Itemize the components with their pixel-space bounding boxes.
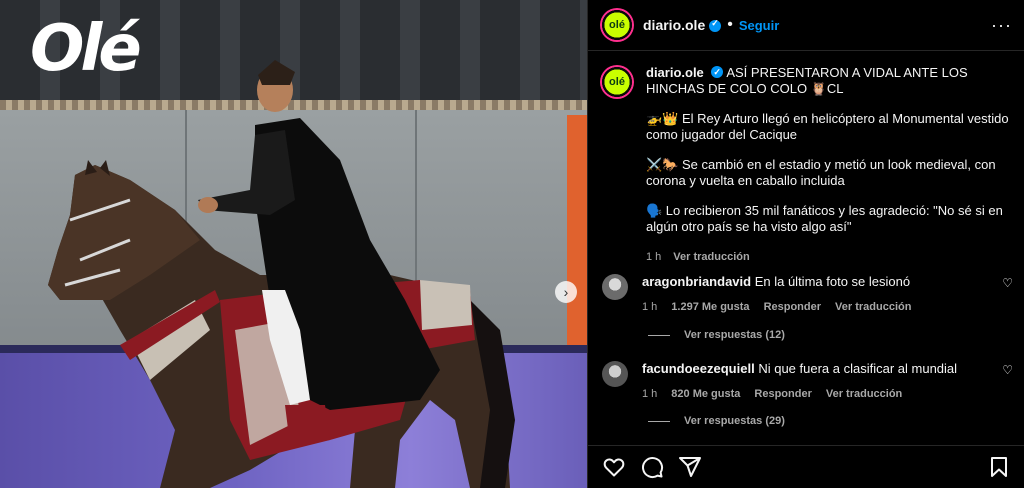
caption-see-translation-link[interactable]: Ver traducción xyxy=(673,249,749,265)
comment-meta: 1 h 820 Me gusta Responder Ver traducció… xyxy=(642,386,1002,402)
caption-username[interactable]: diario.ole xyxy=(646,65,704,80)
comment-item: aragonbriandavid En la última foto se le… xyxy=(588,274,1024,315)
heart-icon[interactable] xyxy=(602,455,626,479)
caption-headline-line: diario.ole ASÍ PRESENTARON A VIDAL ANTE … xyxy=(646,64,1012,97)
comment-text: Ni que fuera a clasificar al mundial xyxy=(758,361,958,376)
comment-time: 1 h xyxy=(642,301,658,313)
caption-meta: 1 h Ver traducción xyxy=(646,249,1012,265)
comment-body: aragonbriandavid En la última foto se le… xyxy=(642,274,1002,315)
caption-paragraph-3: 🗣️ Lo recibieron 35 mil fanáticos y les … xyxy=(646,203,1003,234)
comment-translate-link[interactable]: Ver traducción xyxy=(835,299,911,315)
comment-username[interactable]: aragonbriandavid xyxy=(642,274,751,289)
post-caption: olé diario.ole ASÍ PRESENTARON A VIDAL A… xyxy=(588,51,1024,265)
comment-likes[interactable]: 820 Me gusta xyxy=(671,386,740,402)
caption-verified-badge-icon xyxy=(711,64,724,80)
more-options-icon[interactable]: ··· xyxy=(991,15,1012,36)
avatar[interactable]: olé xyxy=(600,8,634,42)
view-replies-button[interactable]: Ver respuestas (29) xyxy=(648,415,785,427)
view-replies-button[interactable]: Ver respuestas (12) xyxy=(648,329,785,341)
ole-logo: Olé xyxy=(30,12,142,86)
comment-reply-button[interactable]: Responder xyxy=(754,386,811,402)
caption-paragraph-1: 🚁👑 El Rey Arturo llegó en helicóptero al… xyxy=(646,111,1009,142)
comment-avatar[interactable] xyxy=(602,274,628,300)
comment-reply-button[interactable]: Responder xyxy=(764,299,821,315)
replies-line xyxy=(648,334,670,336)
comment-item: facundoeezequiell Ni que fuera a clasifi… xyxy=(588,361,1024,402)
comment-icon[interactable] xyxy=(640,455,664,479)
view-replies-label: Ver respuestas (29) xyxy=(684,415,785,427)
avatar-text: olé xyxy=(609,19,625,31)
comment-likes[interactable]: 1.297 Me gusta xyxy=(671,299,749,315)
follow-button[interactable]: Seguir xyxy=(739,18,779,33)
action-bar xyxy=(588,445,1024,488)
caption-body: diario.ole ASÍ PRESENTARON A VIDAL ANTE … xyxy=(646,64,1012,265)
comment-like-heart-icon[interactable]: ♡ xyxy=(1002,363,1013,402)
verified-badge-icon xyxy=(709,18,722,32)
post-sidebar: olé diario.ole • Seguir ··· olé diario.o… xyxy=(587,0,1024,488)
post-header: olé diario.ole • Seguir ··· xyxy=(588,0,1024,51)
comment-username[interactable]: facundoeezequiell xyxy=(642,361,755,376)
caption-paragraph-2: ⚔️🐎 Se cambió en el estadio y metió un l… xyxy=(646,157,996,188)
author-username[interactable]: diario.ole xyxy=(643,17,705,33)
comment-translate-link[interactable]: Ver traducción xyxy=(826,386,902,402)
comment-avatar[interactable] xyxy=(602,361,628,387)
post-media: Olé › xyxy=(0,0,587,488)
comment-meta: 1 h 1.297 Me gusta Responder Ver traducc… xyxy=(642,299,1002,315)
comment-like-heart-icon[interactable]: ♡ xyxy=(1002,276,1013,315)
replies-line xyxy=(648,420,670,422)
caption-avatar-text: olé xyxy=(609,76,625,88)
view-replies-label: Ver respuestas (12) xyxy=(684,329,785,341)
separator-dot: • xyxy=(727,16,733,33)
comment-time: 1 h xyxy=(642,388,658,400)
comment-text: En la última foto se lesionó xyxy=(754,274,911,289)
share-icon[interactable] xyxy=(678,455,702,479)
chevron-right-icon[interactable]: › xyxy=(555,281,577,303)
comment-body: facundoeezequiell Ni que fuera a clasifi… xyxy=(642,361,1002,402)
bookmark-icon[interactable] xyxy=(987,455,1011,479)
caption-avatar[interactable]: olé xyxy=(600,65,634,99)
caption-time: 1 h xyxy=(646,251,662,263)
